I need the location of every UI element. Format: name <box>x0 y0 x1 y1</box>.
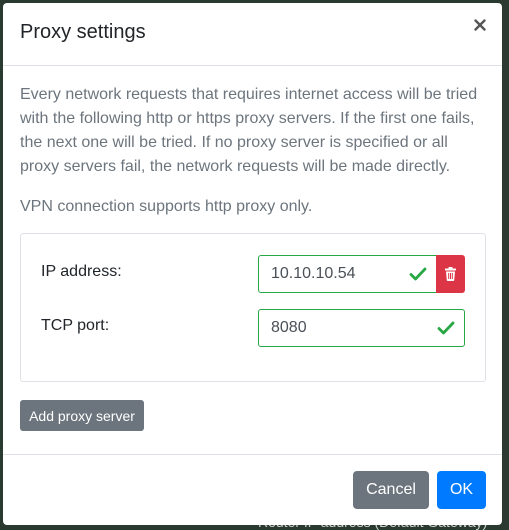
trash-icon <box>445 267 456 281</box>
tcp-port-label: TCP port: <box>41 317 110 334</box>
description-text: Every network requests that requires int… <box>20 86 478 175</box>
checkmark-icon <box>409 267 427 281</box>
ip-address-field-wrap <box>258 255 437 293</box>
dialog-body: Every network requests that requires int… <box>3 66 502 454</box>
tcp-port-input[interactable] <box>259 310 464 346</box>
close-button[interactable] <box>472 17 488 33</box>
vpn-note: VPN connection supports http proxy only. <box>20 198 313 215</box>
dialog-title: Proxy settings <box>20 21 146 43</box>
proxy-server-card: IP address: TCP port: <box>20 233 486 382</box>
delete-proxy-button[interactable] <box>436 255 465 293</box>
add-proxy-server-button[interactable]: Add proxy server <box>20 400 144 431</box>
proxy-settings-dialog: Proxy settings Every network requests th… <box>3 3 502 525</box>
checkmark-icon <box>437 321 455 335</box>
dialog-footer: Cancel OK <box>3 454 502 525</box>
dialog-header: Proxy settings <box>3 3 502 66</box>
cancel-button[interactable]: Cancel <box>353 471 429 509</box>
close-icon <box>474 19 486 31</box>
tcp-port-field-wrap <box>258 309 465 347</box>
ok-button[interactable]: OK <box>437 471 486 509</box>
ip-address-label: IP address: <box>41 263 122 280</box>
